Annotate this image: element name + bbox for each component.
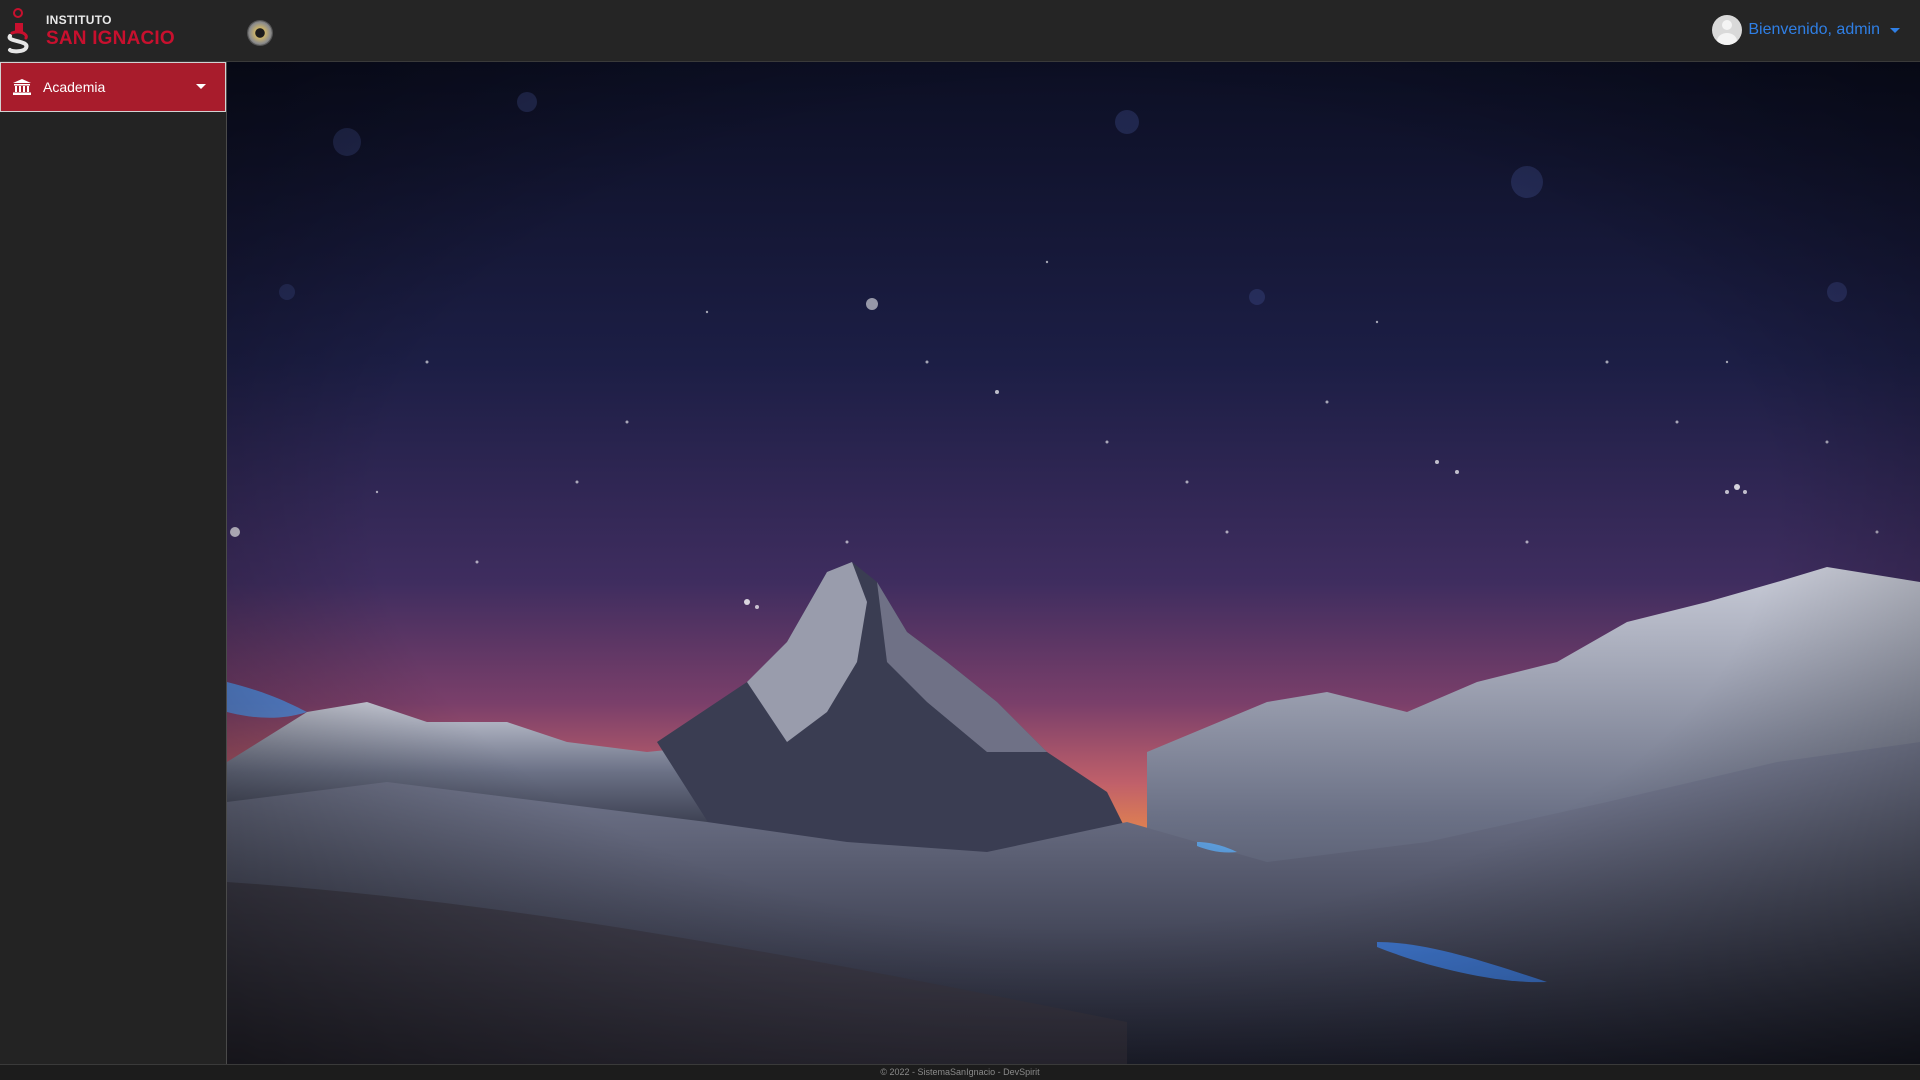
- logo-mark-icon: [4, 6, 36, 56]
- footer: © 2022 - SistemaSanIgnacio - DevSpirit: [0, 1064, 1920, 1080]
- user-greeting: Bienvenido, admin: [1748, 21, 1880, 38]
- chevron-down-icon: [196, 84, 206, 89]
- footer-copyright: © 2022 - SistemaSanIgnacio - DevSpirit: [880, 1067, 1040, 1077]
- sidebar: Academia: [0, 62, 227, 1064]
- chevron-down-icon: [1890, 27, 1900, 33]
- logo-text-san-ignacio: SAN IGNACIO: [46, 28, 175, 49]
- brand-logo[interactable]: INSTITUTO SAN IGNACIO: [4, 6, 184, 56]
- user-menu-dropdown[interactable]: Bienvenido, admin: [1712, 15, 1900, 45]
- app-window: INSTITUTO SAN IGNACIO Bienvenido, admin: [0, 0, 1920, 1080]
- logo-text-instituto: INSTITUTO: [46, 13, 112, 27]
- starry-mountain-illustration: [227, 62, 1920, 1064]
- theme-toggle-icon[interactable]: [248, 21, 272, 45]
- user-avatar-icon: [1712, 15, 1743, 45]
- sidebar-item-label: Academia: [43, 79, 106, 95]
- main-content-background: [227, 62, 1920, 1064]
- university-icon: [13, 79, 31, 95]
- top-navbar: INSTITUTO SAN IGNACIO Bienvenido, admin: [0, 0, 1920, 62]
- sidebar-item-academia[interactable]: Academia: [0, 62, 226, 112]
